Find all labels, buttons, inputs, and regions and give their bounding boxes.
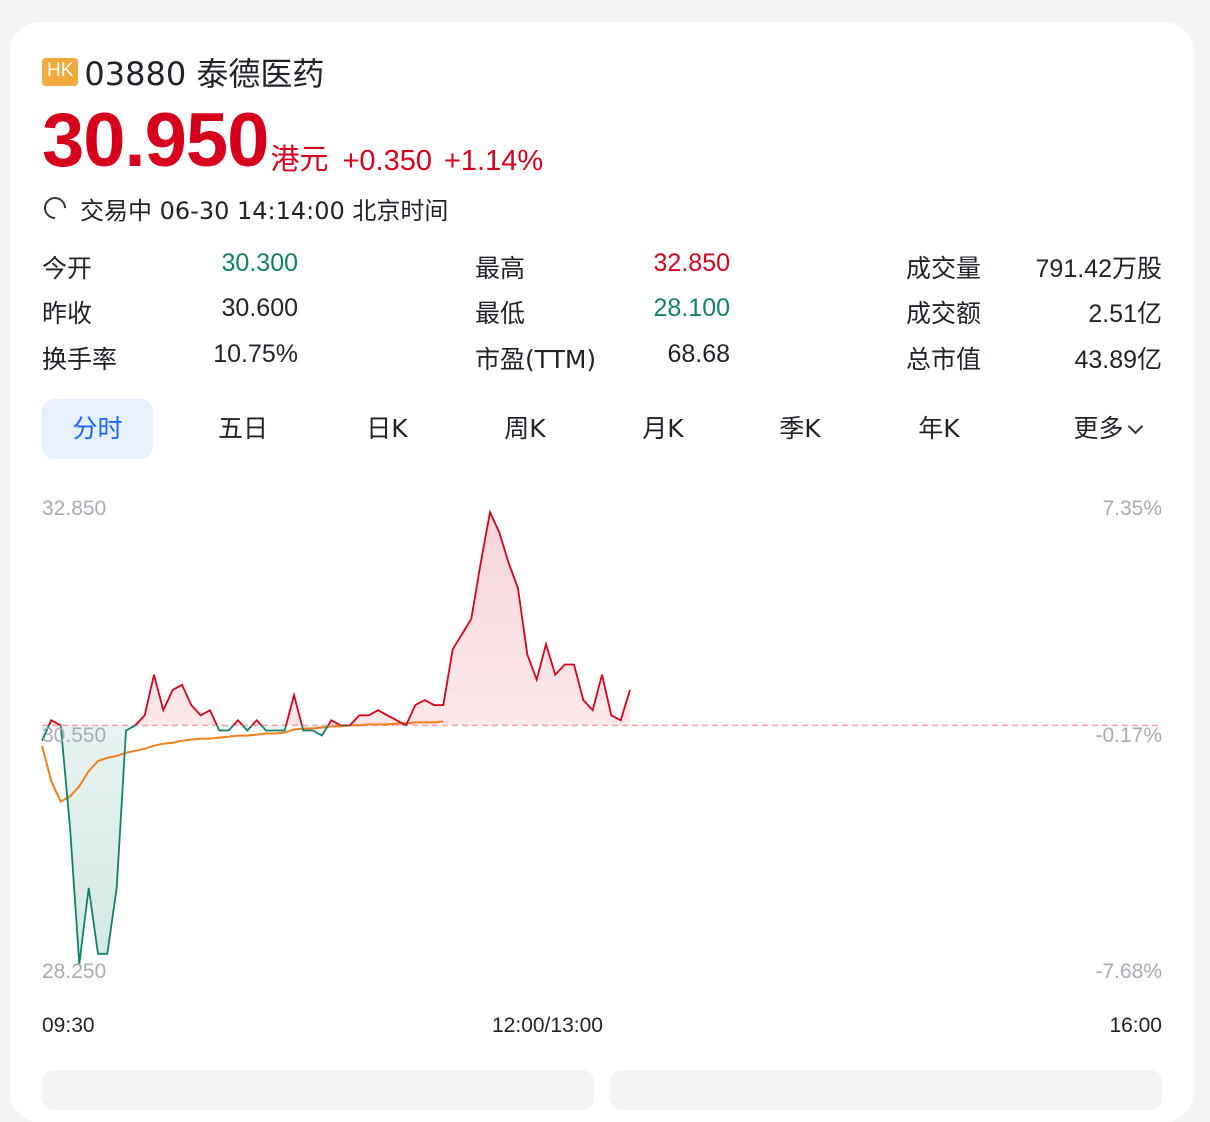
price-area-down — [42, 725, 630, 964]
x-label-open: 09:30 — [42, 1014, 95, 1037]
y-left-label-bottom: 28.250 — [42, 960, 107, 983]
price-area-up — [48, 512, 630, 726]
price-line-down — [41, 725, 407, 965]
bottom-panel-left[interactable] — [42, 1070, 594, 1110]
y-right-label-bottom: -7.68% — [1095, 960, 1162, 983]
x-label-close: 16:00 — [1109, 1014, 1162, 1037]
price-line-up — [47, 509, 631, 726]
y-right-label-top: 7.35% — [1102, 497, 1162, 520]
y-left-label-mid: 30.550 — [42, 724, 107, 747]
y-right-label-mid: -0.17% — [1095, 724, 1162, 747]
x-label-midday: 12:00/13:00 — [492, 1014, 603, 1037]
intraday-chart — [41, 509, 1162, 965]
bottom-panel-right[interactable] — [610, 1070, 1162, 1110]
y-left-label-top: 32.850 — [42, 497, 107, 520]
